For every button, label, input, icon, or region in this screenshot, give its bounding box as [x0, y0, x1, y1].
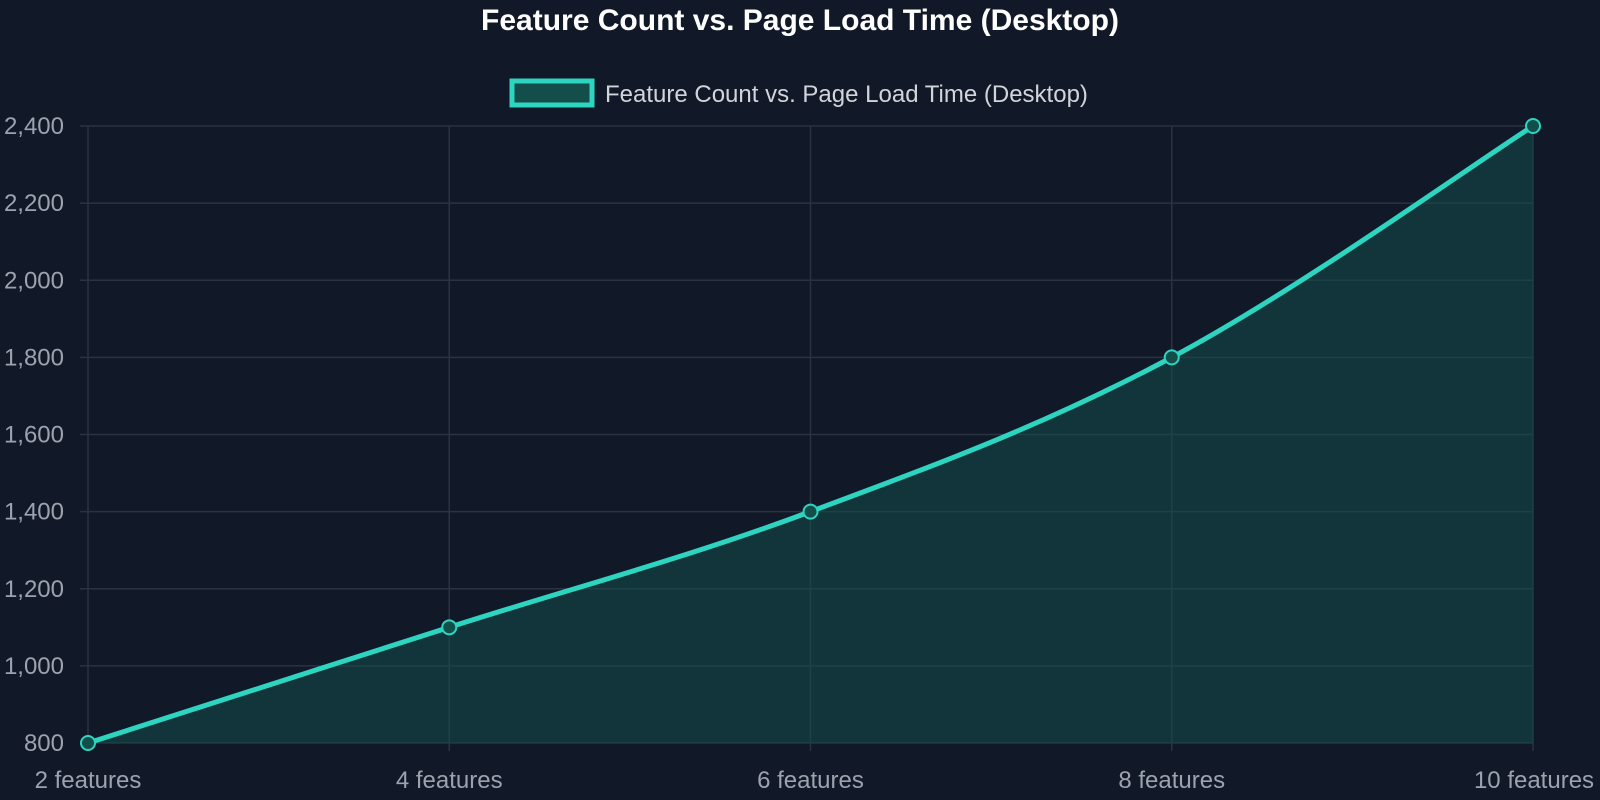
x-tick-label: 6 features [757, 767, 864, 794]
line-chart: Feature Count vs. Page Load Time (Deskto… [4, 4, 1594, 794]
y-tick-label: 2,400 [4, 113, 64, 140]
x-tick-label: 8 features [1118, 767, 1225, 794]
x-tick-label: 2 features [35, 767, 142, 794]
legend-swatch [509, 78, 595, 108]
y-tick-label: 1,400 [4, 499, 64, 526]
x-tick-label: 10 features [1474, 767, 1594, 794]
data-point[interactable] [1525, 118, 1541, 134]
data-point[interactable] [80, 735, 96, 751]
legend[interactable]: Feature Count vs. Page Load Time (Deskto… [509, 78, 1088, 108]
y-tick-label: 1,000 [4, 653, 64, 680]
chart-container: Feature Count vs. Page Load Time (Deskto… [0, 0, 1600, 800]
chart-title: Feature Count vs. Page Load Time (Deskto… [481, 4, 1119, 37]
y-tick-label: 800 [24, 730, 64, 757]
data-point[interactable] [802, 503, 819, 520]
data-point[interactable] [441, 619, 458, 636]
y-tick-label: 2,000 [4, 267, 64, 294]
y-axis-ticks: 800 1,000 1,200 1,400 1,600 1,800 2,000 2,200 2,… [4, 113, 64, 757]
data-point[interactable] [1163, 349, 1180, 366]
legend-label: Feature Count vs. Page Load Time (Deskto… [605, 81, 1088, 108]
x-axis-ticks: 2 features 4 features 6 features 8 features… [35, 767, 1594, 794]
x-tick-label: 4 features [396, 767, 503, 794]
y-tick-label: 2,200 [4, 190, 64, 217]
y-tick-label: 1,600 [4, 422, 64, 449]
y-tick-label: 1,200 [4, 576, 64, 603]
y-tick-label: 1,800 [4, 344, 64, 371]
